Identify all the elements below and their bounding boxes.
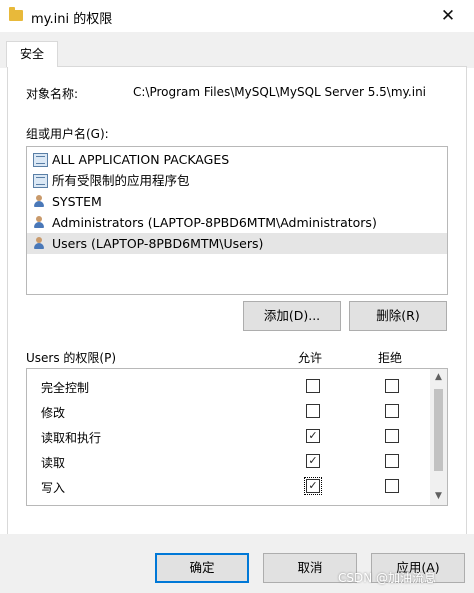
user-group-icon: [33, 216, 46, 228]
deny-checkbox[interactable]: [385, 429, 399, 443]
tab-security[interactable]: 安全: [6, 41, 58, 67]
list-item-label: 所有受限制的应用程序包: [52, 173, 190, 188]
allow-checkbox[interactable]: ✓: [304, 477, 322, 495]
permission-name: 写入: [41, 481, 66, 495]
folder-icon: [9, 7, 23, 21]
list-item-all-app-packages[interactable]: ALL APPLICATION PACKAGES: [27, 149, 447, 170]
permission-name: 读取: [41, 456, 66, 470]
scroll-thumb[interactable]: [434, 389, 443, 471]
ok-button[interactable]: 确定: [155, 553, 249, 583]
list-item-system[interactable]: SYSTEM: [27, 191, 447, 212]
list-item-restricted-app-packages[interactable]: 所有受限制的应用程序包: [27, 170, 447, 191]
list-item-label: Administrators (LAPTOP-8PBD6MTM\Administ…: [52, 215, 377, 230]
deny-checkbox[interactable]: [385, 379, 399, 393]
permission-row-modify: 修改: [27, 399, 431, 424]
permission-name: 修改: [41, 406, 66, 420]
allow-checkbox[interactable]: [306, 404, 320, 418]
deny-checkbox[interactable]: [385, 454, 399, 468]
permission-name: 完全控制: [41, 381, 90, 395]
permission-row-read-execute: 读取和执行 ✓: [27, 424, 431, 449]
deny-checkbox[interactable]: [385, 404, 399, 418]
groups-label: 组或用户名(G):: [26, 127, 109, 141]
title-bar: my.ini 的权限 ✕: [0, 0, 474, 32]
deny-column-header: 拒绝: [378, 351, 403, 365]
watermark: CSDN @加油流息: [338, 571, 437, 585]
close-button[interactable]: ✕: [430, 4, 466, 28]
user-group-icon: [33, 195, 46, 207]
package-icon: [33, 153, 48, 167]
permission-name: 读取和执行: [41, 431, 102, 445]
deny-checkbox[interactable]: [385, 479, 399, 493]
add-button[interactable]: 添加(D)...: [243, 301, 341, 331]
user-group-icon: [33, 237, 46, 249]
object-name-label: 对象名称:: [26, 87, 79, 101]
remove-button[interactable]: 删除(R): [349, 301, 447, 331]
allow-column-header: 允许: [298, 351, 323, 365]
list-item-administrators[interactable]: Administrators (LAPTOP-8PBD6MTM\Administ…: [27, 212, 447, 233]
allow-checkbox[interactable]: ✓: [306, 429, 320, 443]
window-title: my.ini 的权限: [31, 12, 113, 27]
permission-row-read: 读取 ✓: [27, 449, 431, 474]
list-item-label: Users (LAPTOP-8PBD6MTM\Users): [52, 236, 264, 251]
permission-row-write: 写入 ✓: [27, 474, 431, 499]
scroll-down-icon[interactable]: ▼: [430, 488, 447, 505]
object-name-value: C:\Program Files\MySQL\MySQL Server 5.5\…: [133, 85, 427, 99]
list-item-label: SYSTEM: [52, 194, 102, 209]
permissions-scrollbar[interactable]: ▲ ▼: [430, 369, 447, 505]
permission-row-full-control: 完全控制: [27, 374, 431, 399]
permissions-list[interactable]: 完全控制 修改 读取和执行 ✓ 读取 ✓ 写入 ✓ ▲ ▼: [26, 368, 448, 506]
allow-checkbox[interactable]: [306, 379, 320, 393]
package-icon: [33, 174, 48, 188]
permissions-label: Users 的权限(P): [26, 351, 117, 365]
groups-listbox[interactable]: ALL APPLICATION PACKAGES 所有受限制的应用程序包 SYS…: [26, 146, 448, 295]
list-item-users[interactable]: Users (LAPTOP-8PBD6MTM\Users): [27, 233, 447, 254]
list-item-label: ALL APPLICATION PACKAGES: [52, 152, 230, 167]
allow-checkbox[interactable]: ✓: [306, 454, 320, 468]
scroll-up-icon[interactable]: ▲: [430, 369, 447, 386]
tab-strip: [0, 32, 474, 68]
